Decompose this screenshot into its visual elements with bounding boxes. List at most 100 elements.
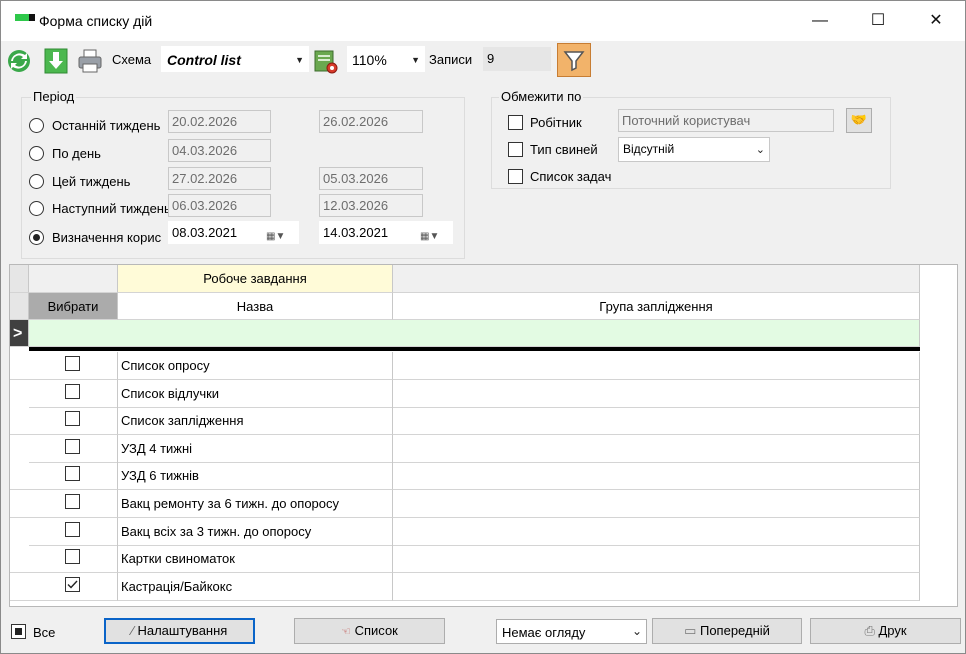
select-cell [29,518,118,546]
scheme-select[interactable]: Control list ▼ [161,46,309,72]
close-button[interactable]: ✕ [907,1,965,41]
worker-checkbox[interactable] [508,115,523,130]
previous-button[interactable]: ▭ Попередній [652,618,802,644]
row-header [10,352,29,380]
print-button-label: Друк [878,623,907,638]
row-header [10,490,29,518]
next-week-from: 06.03.2026 [168,194,271,217]
group-cell[interactable] [393,490,920,518]
records-value: 9 [483,47,551,71]
row-select-checkbox[interactable] [65,439,80,454]
task-name-cell[interactable]: Список опросу [118,352,393,380]
label-next-week: Наступний тиждень [52,201,168,216]
group-cell[interactable] [393,518,920,546]
last-week-from: 20.02.2026 [168,110,271,133]
scheme-settings-icon[interactable] [313,47,339,75]
filter-row-separator [29,347,920,351]
radio-this-week[interactable] [29,174,44,189]
refresh-icon[interactable] [6,47,32,75]
table-row[interactable]: Картки свиноматок [10,545,920,573]
review-select[interactable]: Немає огляду ⌄ [496,619,647,644]
table-row[interactable]: Список опросу [10,352,920,380]
row-select-checkbox[interactable] [65,494,80,509]
task-name-cell[interactable]: Список відлучки [118,380,393,408]
column-header-group[interactable]: Група заплідження [393,293,920,320]
select-cell [29,490,118,518]
zoom-value: 110% [352,52,387,68]
table-row[interactable]: Список заплідження [10,407,920,435]
label-custom: Визначення корис [52,230,162,245]
task-name-cell[interactable]: Картки свиноматок [118,545,393,573]
scheme-label: Схема [112,52,152,67]
task-name-cell[interactable]: Вакц всіх за 3 тижн. до опоросу [118,518,393,546]
printer-icon[interactable] [77,47,103,75]
chevron-down-icon: ▼ [411,55,420,65]
worker-pick-button[interactable]: 🤝 [846,108,872,133]
radio-custom[interactable] [29,230,44,245]
this-week-from: 27.02.2026 [168,167,271,190]
column-header-name[interactable]: Назва [118,293,393,320]
maximize-button[interactable]: ☐ [849,1,907,41]
row-select-checkbox[interactable] [65,411,80,426]
group-cell[interactable] [393,380,920,408]
group-cell[interactable] [393,462,920,490]
this-week-to: 05.03.2026 [319,167,423,190]
filter-row[interactable] [29,320,920,347]
custom-to-picker[interactable]: 14.03.2021 ▦▼ [319,221,453,244]
table-row[interactable]: УЗД 4 тижні [10,435,920,463]
preview-icon: ▭ [684,623,697,638]
custom-from-picker[interactable]: 08.03.2021 ▦▼ [168,221,299,244]
task-name-cell[interactable]: УЗД 4 тижні [118,435,393,463]
radio-last-week[interactable] [29,118,44,133]
select-all-checkbox[interactable] [11,624,26,639]
select-cell [29,407,118,435]
row-select-checkbox[interactable] [65,356,80,371]
checkmark-icon [67,580,78,589]
column-header-select[interactable]: Вибрати [29,293,118,320]
download-icon[interactable] [43,47,69,75]
minimize-button[interactable]: — [791,1,849,41]
group-cell[interactable] [393,352,920,380]
table-row[interactable]: Вакц всіх за 3 тижн. до опоросу [10,518,920,546]
chevron-down-icon: ▼ [295,55,304,65]
handshake-icon: 🤝 [850,112,868,127]
select-all-label: Все [33,625,56,640]
settings-button[interactable]: ⁄ Налаштування [104,618,255,644]
group-cell[interactable] [393,573,920,601]
pig-type-select[interactable]: Відсутній ⌄ [618,137,770,162]
table-row[interactable]: Список відлучки [10,380,920,408]
row-header [10,545,29,573]
table-row[interactable]: Кастрація/Байкокс [10,573,920,601]
radio-by-day[interactable] [29,146,44,161]
row-header [10,462,29,490]
table-row[interactable]: Вакц ремонту за 6 тижн. до опоросу [10,490,920,518]
group-cell[interactable] [393,435,920,463]
task-list-checkbox[interactable] [508,169,523,184]
printer-icon: ⎙ [864,623,875,638]
table-row[interactable]: УЗД 6 тижнів [10,462,920,490]
task-name-cell[interactable]: УЗД 6 тижнів [118,462,393,490]
radio-next-week[interactable] [29,201,44,216]
group-cell[interactable] [393,407,920,435]
zoom-select[interactable]: 110% ▼ [347,46,425,72]
row-select-checkbox[interactable] [65,522,80,537]
pig-type-checkbox[interactable] [508,142,523,157]
indeterminate-mark [15,628,22,635]
task-name-cell[interactable]: Кастрація/Байкокс [118,573,393,601]
print-button[interactable]: ⎙ Друк [810,618,961,644]
task-name-cell[interactable]: Вакц ремонту за 6 тижн. до опоросу [118,490,393,518]
select-cell [29,545,118,573]
list-button[interactable]: ☜ Список [294,618,445,644]
calendar-dropdown-icon[interactable]: ▦▼ [266,226,288,242]
row-select-checkbox[interactable] [65,466,80,481]
group-cell[interactable] [393,545,920,573]
calendar-dropdown-icon[interactable]: ▦▼ [420,226,442,242]
row-select-checkbox[interactable] [65,549,80,564]
row-select-checkbox[interactable] [65,384,80,399]
task-name-cell[interactable]: Список заплідження [118,407,393,435]
window-title: Форма списку дій [39,13,153,29]
select-cell [29,352,118,380]
filter-button[interactable] [557,43,591,77]
row-select-checkbox[interactable] [65,577,80,592]
wrench-icon: ⁄ [131,623,134,638]
